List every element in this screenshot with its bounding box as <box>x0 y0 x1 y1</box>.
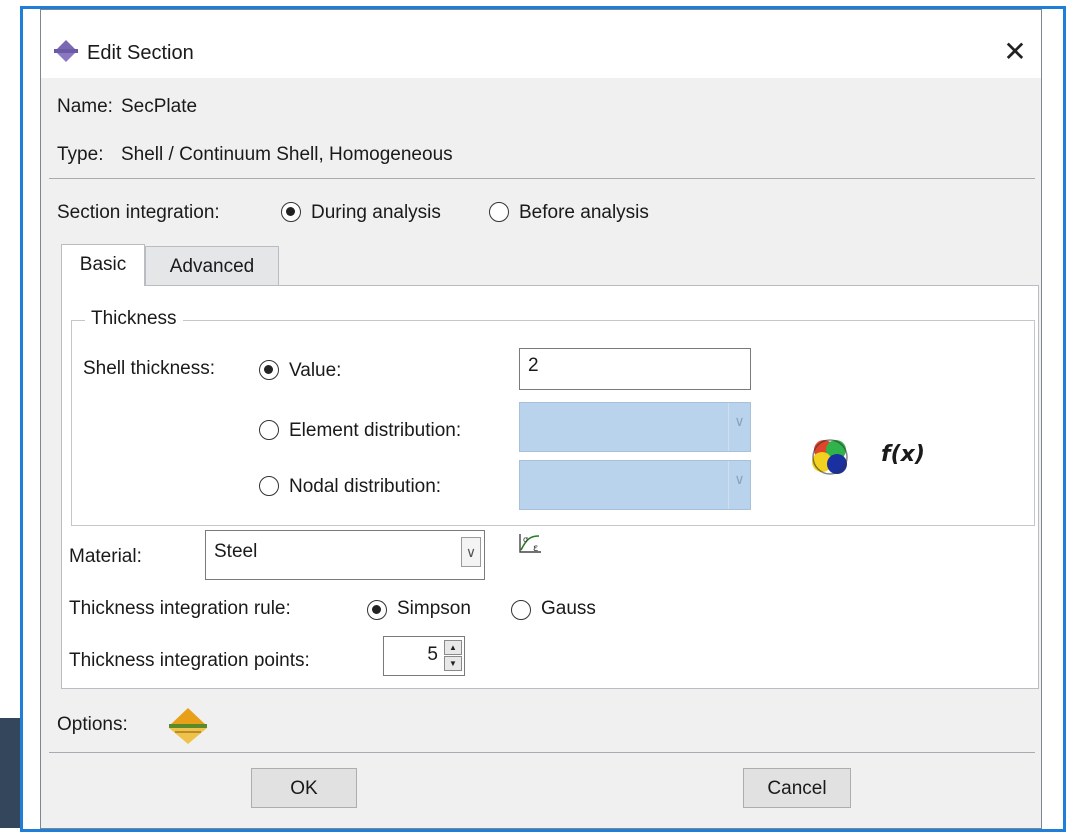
color-distribution-icon[interactable] <box>809 436 853 476</box>
spin-up-icon[interactable]: ▲ <box>444 640 462 655</box>
type-label: Type: <box>57 144 104 165</box>
options-label: Options: <box>57 714 128 735</box>
nodal-distribution-radio[interactable] <box>259 476 279 496</box>
value-radio[interactable] <box>259 360 279 380</box>
section-integration-label: Section integration: <box>57 202 220 223</box>
section-icon <box>54 40 78 62</box>
spin-down-icon[interactable]: ▼ <box>444 656 462 671</box>
stress-strain-icon[interactable]: ε σ <box>517 532 545 556</box>
name-label: Name: <box>57 96 113 117</box>
material-value: Steel <box>214 541 258 562</box>
material-label: Material: <box>69 546 142 567</box>
function-fx-button[interactable]: f(x) <box>881 442 925 467</box>
edit-section-dialog: Edit Section ✕ Name: SecPlate Type: Shel… <box>20 6 1066 832</box>
title-bar[interactable]: Edit Section ✕ <box>41 10 1041 78</box>
type-value: Shell / Continuum Shell, Homogeneous <box>121 144 453 165</box>
tab-basic[interactable]: Basic <box>61 244 145 286</box>
thickness-group-title: Thickness <box>85 308 183 330</box>
integration-points-label: Thickness integration points: <box>69 650 310 671</box>
gauss-label[interactable]: Gauss <box>541 598 596 620</box>
simpson-label[interactable]: Simpson <box>397 598 471 620</box>
name-value: SecPlate <box>121 96 198 117</box>
footer-separator <box>49 752 1035 753</box>
dialog-body: Edit Section ✕ Name: SecPlate Type: Shel… <box>40 9 1042 829</box>
dialog-title: Edit Section <box>87 42 194 64</box>
nodal-distribution-label[interactable]: Nodal distribution: <box>289 476 441 498</box>
element-distribution-combo: ∨ <box>519 402 751 452</box>
thickness-value-input[interactable]: 2 <box>519 348 751 390</box>
element-distribution-label[interactable]: Element distribution: <box>289 420 461 442</box>
gauss-radio[interactable] <box>511 600 531 620</box>
nodal-distribution-combo: ∨ <box>519 460 751 510</box>
before-analysis-radio[interactable] <box>489 202 509 222</box>
chevron-down-icon[interactable]: ∨ <box>461 537 481 567</box>
section-options-icon[interactable] <box>167 706 209 746</box>
ok-button[interactable]: OK <box>251 768 357 808</box>
during-analysis-label[interactable]: During analysis <box>311 202 441 224</box>
value-option-label[interactable]: Value: <box>289 360 341 382</box>
during-analysis-radio[interactable] <box>281 202 301 222</box>
separator <box>49 178 1035 179</box>
before-analysis-label[interactable]: Before analysis <box>519 202 649 224</box>
svg-text:ε: ε <box>533 543 538 554</box>
integration-points-stepper[interactable]: 5 ▲ ▼ <box>383 636 465 676</box>
integration-points-value: 5 <box>427 644 438 665</box>
cancel-button[interactable]: Cancel <box>743 768 851 808</box>
element-distribution-radio[interactable] <box>259 420 279 440</box>
svg-text:σ: σ <box>523 535 528 544</box>
integration-rule-label: Thickness integration rule: <box>69 598 291 619</box>
tab-advanced[interactable]: Advanced <box>145 246 279 286</box>
chevron-down-icon: ∨ <box>728 403 750 451</box>
shell-thickness-label: Shell thickness: <box>83 358 216 379</box>
close-button[interactable]: ✕ <box>997 34 1033 70</box>
simpson-radio[interactable] <box>367 600 387 620</box>
material-select[interactable]: Steel ∨ <box>205 530 485 580</box>
chevron-down-icon: ∨ <box>728 461 750 509</box>
